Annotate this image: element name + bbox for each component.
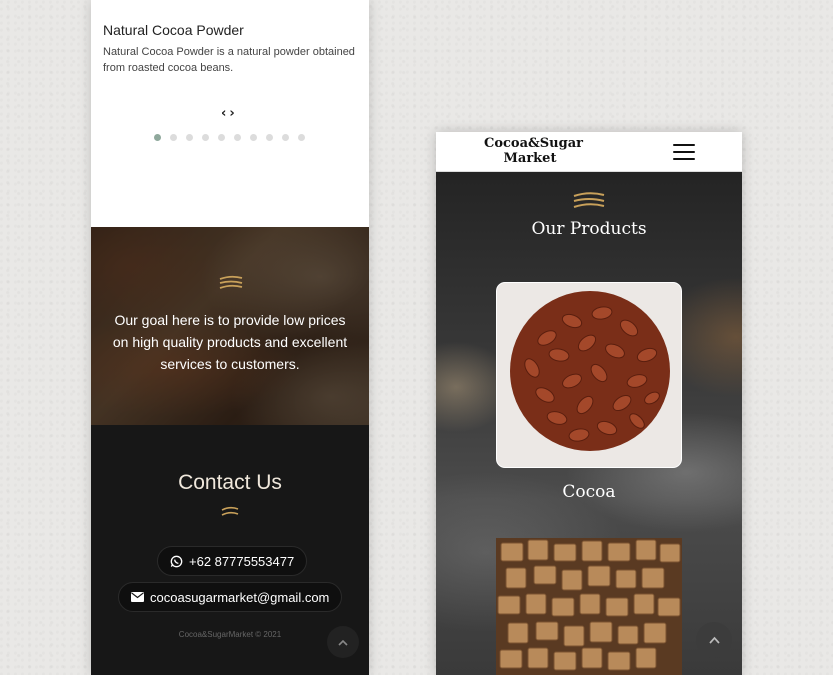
contact-title: Contact Us bbox=[178, 471, 282, 494]
contact-footer: Contact Us +62 87775553477 cocoasugarmar… bbox=[91, 425, 369, 675]
products-section: Our Products Cocoa bbox=[436, 172, 742, 675]
goal-banner: Our goal here is to provide low prices o… bbox=[91, 227, 369, 425]
carousel-dot[interactable] bbox=[234, 134, 241, 141]
hamburger-menu-icon[interactable] bbox=[673, 144, 695, 165]
scroll-to-top-button[interactable] bbox=[696, 622, 732, 658]
product-image-sugar[interactable] bbox=[496, 538, 682, 675]
email-contact-button[interactable]: cocoasugarmarket@gmail.com bbox=[118, 582, 343, 612]
carousel-dot[interactable] bbox=[266, 134, 273, 141]
goal-text: Our goal here is to provide low prices o… bbox=[112, 312, 348, 372]
arrow-up-icon bbox=[708, 636, 720, 644]
product-name-cocoa[interactable]: Cocoa bbox=[436, 482, 742, 502]
carousel-dot[interactable] bbox=[250, 134, 257, 141]
phone-number: +62 87775553477 bbox=[189, 553, 295, 569]
product-carousel-slide: Natural Cocoa Powder Natural Cocoa Powde… bbox=[91, 0, 369, 227]
whatsapp-icon bbox=[170, 555, 183, 567]
product-description: Natural Cocoa Powder is a natural powder… bbox=[103, 46, 355, 74]
carousel-dot[interactable] bbox=[218, 134, 225, 141]
carousel-dots bbox=[154, 134, 305, 141]
brand-logo[interactable]: Cocoa&Sugar Market bbox=[484, 136, 583, 166]
wheat-ornament-icon bbox=[573, 192, 605, 208]
mobile-screen-right: Cocoa&Sugar Market Our Products Cocoa bbox=[436, 132, 742, 675]
brown-sugar-cubes-image bbox=[496, 538, 682, 675]
carousel-dot[interactable] bbox=[298, 134, 305, 141]
carousel-dot[interactable] bbox=[154, 134, 161, 141]
scroll-to-top-button[interactable] bbox=[327, 626, 359, 658]
product-title: Natural Cocoa Powder bbox=[103, 22, 244, 38]
carousel-dot[interactable] bbox=[282, 134, 289, 141]
section-title: Our Products bbox=[531, 219, 647, 239]
product-image-cocoa[interactable] bbox=[496, 282, 682, 468]
arrow-up-icon bbox=[338, 639, 348, 646]
email-address: cocoasugarmarket@gmail.com bbox=[150, 589, 330, 605]
envelope-icon bbox=[131, 592, 144, 602]
phone-contact-button[interactable]: +62 87775553477 bbox=[157, 546, 308, 576]
carousel-arrows: ‹› bbox=[221, 106, 238, 121]
wheat-ornament-icon bbox=[221, 506, 239, 516]
carousel-dot[interactable] bbox=[202, 134, 209, 141]
carousel-dot[interactable] bbox=[186, 134, 193, 141]
carousel-dot[interactable] bbox=[170, 134, 177, 141]
cocoa-beans-image bbox=[510, 291, 670, 451]
wheat-ornament-icon bbox=[219, 275, 243, 289]
chevron-right-icon[interactable]: › bbox=[229, 106, 237, 121]
mobile-screen-left: Natural Cocoa Powder Natural Cocoa Powde… bbox=[91, 0, 369, 675]
navbar: Cocoa&Sugar Market bbox=[436, 132, 742, 172]
